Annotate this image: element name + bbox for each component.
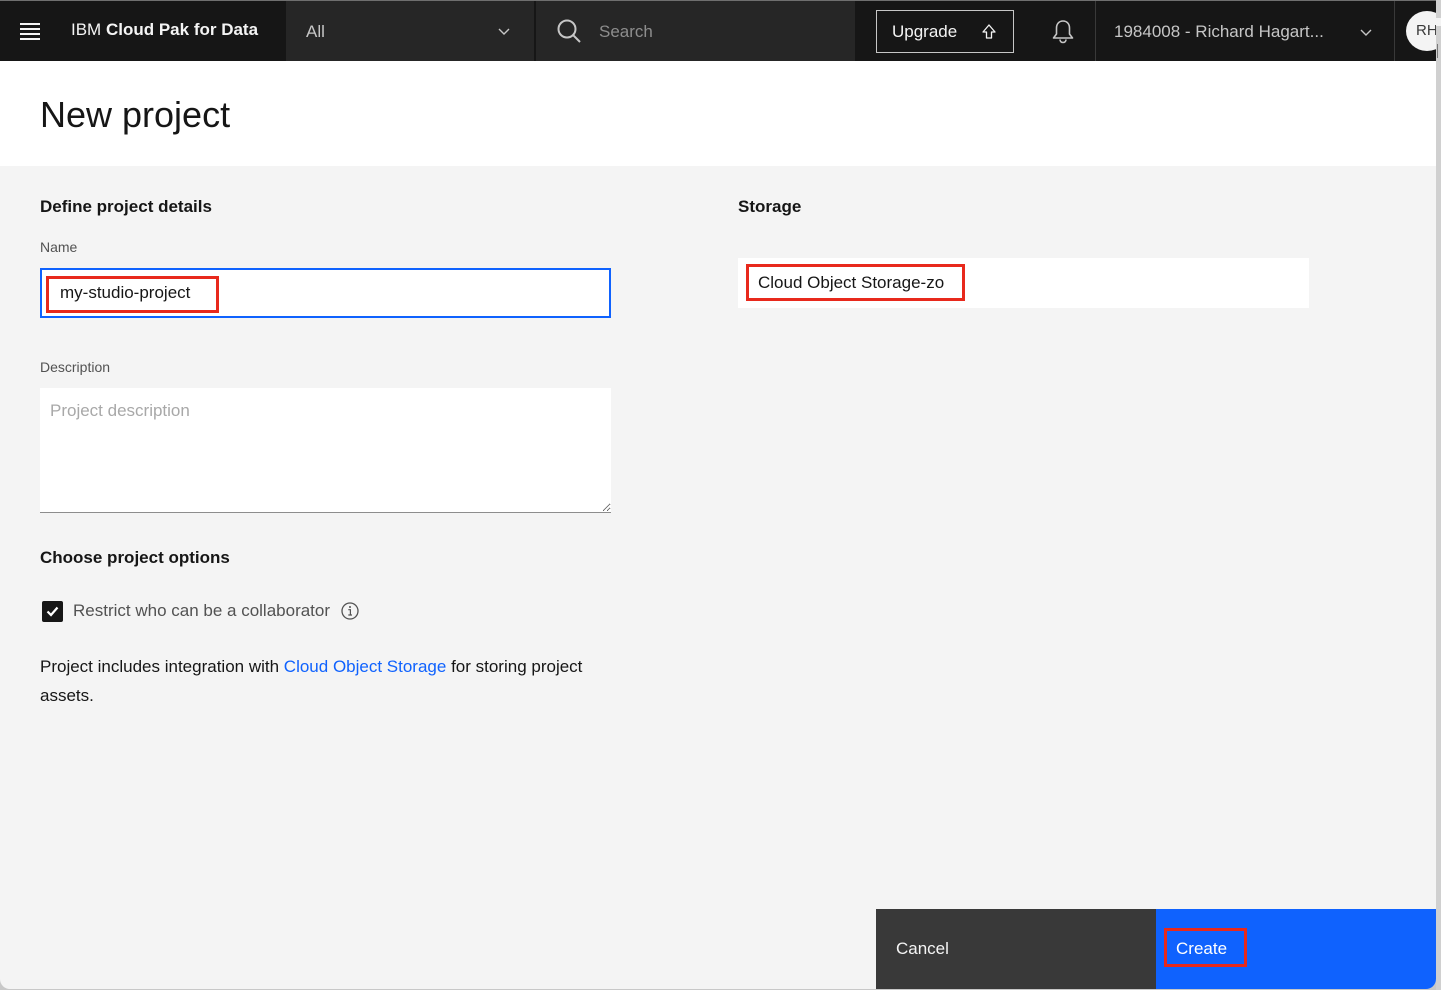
account-label: 1984008 - Richard Hagart... (1114, 22, 1324, 41)
upgrade-arrow-icon (982, 24, 996, 39)
account-switcher[interactable]: 1984008 - Richard Hagart... (1095, 1, 1395, 61)
info-icon[interactable] (341, 602, 359, 620)
create-label: Create (1176, 939, 1228, 958)
page-header: New project (0, 61, 1436, 166)
window-edge (1436, 0, 1441, 990)
integration-text-before: Project includes integration with (40, 657, 284, 676)
hamburger-icon (20, 22, 40, 25)
page-title: New project (40, 94, 231, 135)
name-field[interactable] (40, 268, 611, 318)
description-textarea[interactable] (40, 388, 611, 513)
menu-button[interactable] (10, 11, 50, 51)
upgrade-label: Upgrade (892, 22, 958, 41)
restrict-collaborator-option: Restrict who can be a collaborator (42, 600, 359, 622)
window-edge-fragment (1436, 18, 1441, 26)
hamburger-icon-line (20, 37, 40, 40)
name-input[interactable] (42, 270, 609, 316)
user-avatar[interactable]: RH (1406, 11, 1436, 51)
top-navigation-bar: IBM Cloud Pak for Data All Search Upgrad… (0, 0, 1436, 61)
storage-selection[interactable]: Cloud Object Storage-zo (738, 258, 1309, 308)
cloud-object-storage-link[interactable]: Cloud Object Storage (284, 657, 447, 676)
create-button[interactable]: Create (1156, 909, 1436, 989)
scope-dropdown[interactable]: All (286, 1, 534, 61)
name-label: Name (40, 239, 78, 255)
description-label: Description (40, 359, 111, 375)
notifications-button[interactable] (1036, 11, 1092, 51)
define-details-heading: Define project details (40, 197, 212, 216)
hamburger-icon-line (20, 27, 40, 30)
window-edge-fragment (1437, 44, 1441, 58)
cancel-label: Cancel (896, 939, 949, 958)
restrict-collaborator-label[interactable]: Restrict who can be a collaborator (73, 601, 330, 621)
brand-name: Cloud Pak for Data (105, 20, 259, 39)
scope-value: All (306, 22, 325, 41)
search-placeholder: Search (599, 22, 653, 41)
restrict-collaborator-checkbox[interactable] (42, 600, 63, 622)
app-window: IBM Cloud Pak for Data All Search Upgrad… (0, 0, 1436, 989)
storage-heading: Storage (738, 197, 802, 216)
search-field[interactable]: Search (535, 1, 855, 61)
upgrade-button[interactable]: Upgrade (876, 10, 1014, 53)
chevron-down-icon (498, 28, 510, 35)
integration-description: Project includes integration with Cloud … (40, 652, 600, 710)
product-brand[interactable]: IBM Cloud Pak for Data (71, 20, 258, 40)
project-options-heading: Choose project options (40, 548, 230, 567)
cancel-button[interactable]: Cancel (876, 909, 1156, 989)
checkmark-icon (46, 606, 59, 617)
bell-icon (1052, 20, 1074, 44)
storage-value: Cloud Object Storage-zo (758, 273, 945, 292)
chevron-down-icon (1360, 29, 1372, 36)
hamburger-icon-line (20, 32, 40, 35)
search-icon (557, 19, 581, 43)
brand-prefix: IBM (71, 20, 102, 39)
